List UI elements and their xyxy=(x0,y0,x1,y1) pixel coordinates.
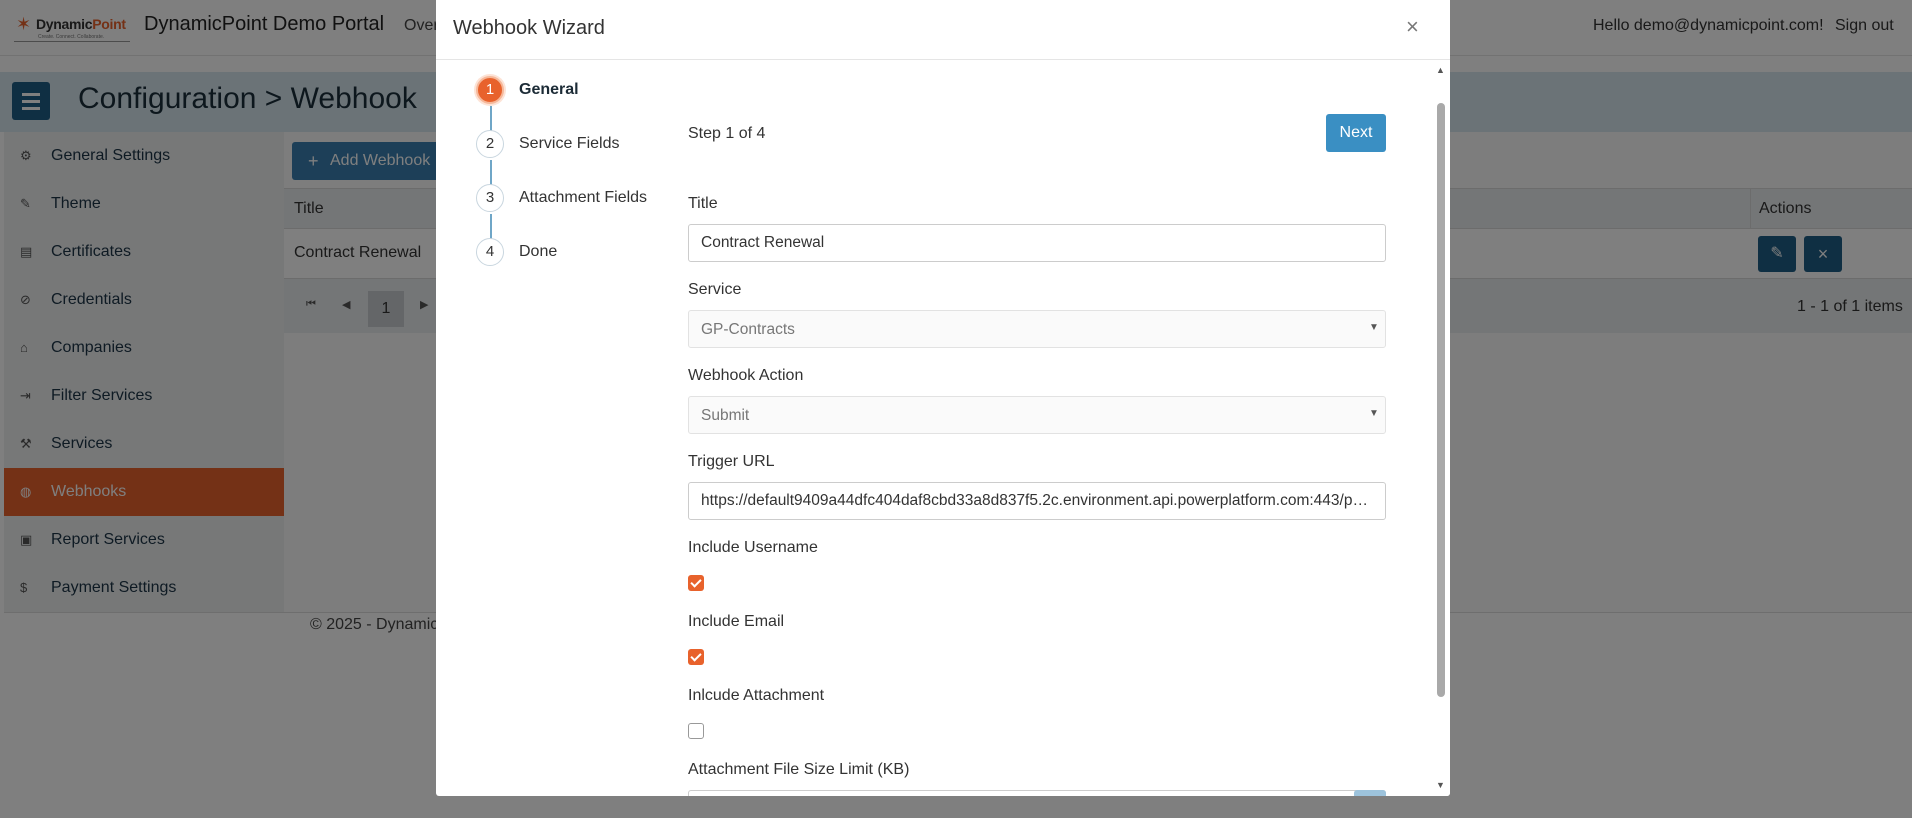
stepper-connector xyxy=(490,214,492,240)
modal-title: Webhook Wizard xyxy=(453,17,605,39)
stepper-connector xyxy=(490,160,492,186)
trigger-url-label: Trigger URL xyxy=(688,453,775,470)
step-number: 2 xyxy=(476,130,504,158)
scroll-down-arrow-icon[interactable]: ▼ xyxy=(1436,780,1445,790)
stepper-connector xyxy=(490,106,492,132)
next-button[interactable]: Next xyxy=(1326,114,1386,152)
include-username-checkbox[interactable] xyxy=(688,575,704,591)
include-attachment-label: Inlcude Attachment xyxy=(688,687,825,704)
title-input[interactable]: Contract Renewal xyxy=(688,224,1386,262)
spinner-button[interactable] xyxy=(1354,790,1386,796)
caret-down-icon: ▼ xyxy=(1369,322,1379,333)
webhook-action-select[interactable]: Submit ▼ xyxy=(688,396,1386,434)
trigger-url-input[interactable]: https://default9409a44dfc404daf8cbd33a8d… xyxy=(688,482,1386,520)
modal-header: Webhook Wizard × xyxy=(436,0,1450,60)
wizard-step-service-fields[interactable]: 2 Service Fields xyxy=(476,130,676,160)
scrollbar-thumb[interactable] xyxy=(1437,103,1445,697)
step-progress-text: Step 1 of 4 xyxy=(688,125,766,142)
service-select[interactable]: GP-Contracts ▼ xyxy=(688,310,1386,348)
file-size-limit-input[interactable] xyxy=(688,790,1386,796)
include-attachment-checkbox[interactable] xyxy=(688,723,704,739)
step-label: Done xyxy=(519,243,558,260)
step-number: 4 xyxy=(476,238,504,266)
file-size-limit-label: Attachment File Size Limit (KB) xyxy=(688,761,910,778)
webhook-action-label: Webhook Action xyxy=(688,367,804,384)
step-label: Service Fields xyxy=(519,135,620,152)
close-icon[interactable]: × xyxy=(1406,14,1419,40)
service-label: Service xyxy=(688,281,742,298)
include-email-label: Include Email xyxy=(688,613,785,630)
step-label: General xyxy=(519,81,579,98)
include-email-checkbox[interactable] xyxy=(688,649,704,665)
modal-scrollbar[interactable]: ▲ ▼ xyxy=(1432,61,1450,796)
scroll-up-arrow-icon[interactable]: ▲ xyxy=(1436,65,1445,75)
step-label: Attachment Fields xyxy=(519,189,648,206)
wizard-step-done[interactable]: 4 Done xyxy=(476,238,676,268)
wizard-step-general[interactable]: 1 General xyxy=(476,76,676,106)
include-username-label: Include Username xyxy=(688,539,818,556)
step-number: 3 xyxy=(476,184,504,212)
webhook-wizard-modal: Webhook Wizard × 1 General 2 Service Fie… xyxy=(436,0,1450,796)
step-number: 1 xyxy=(476,76,504,104)
title-label: Title xyxy=(688,195,718,212)
modal-body: 1 General 2 Service Fields 3 Attachment … xyxy=(436,61,1432,796)
wizard-step-attachment-fields[interactable]: 3 Attachment Fields xyxy=(476,184,676,214)
caret-down-icon: ▼ xyxy=(1369,408,1379,419)
